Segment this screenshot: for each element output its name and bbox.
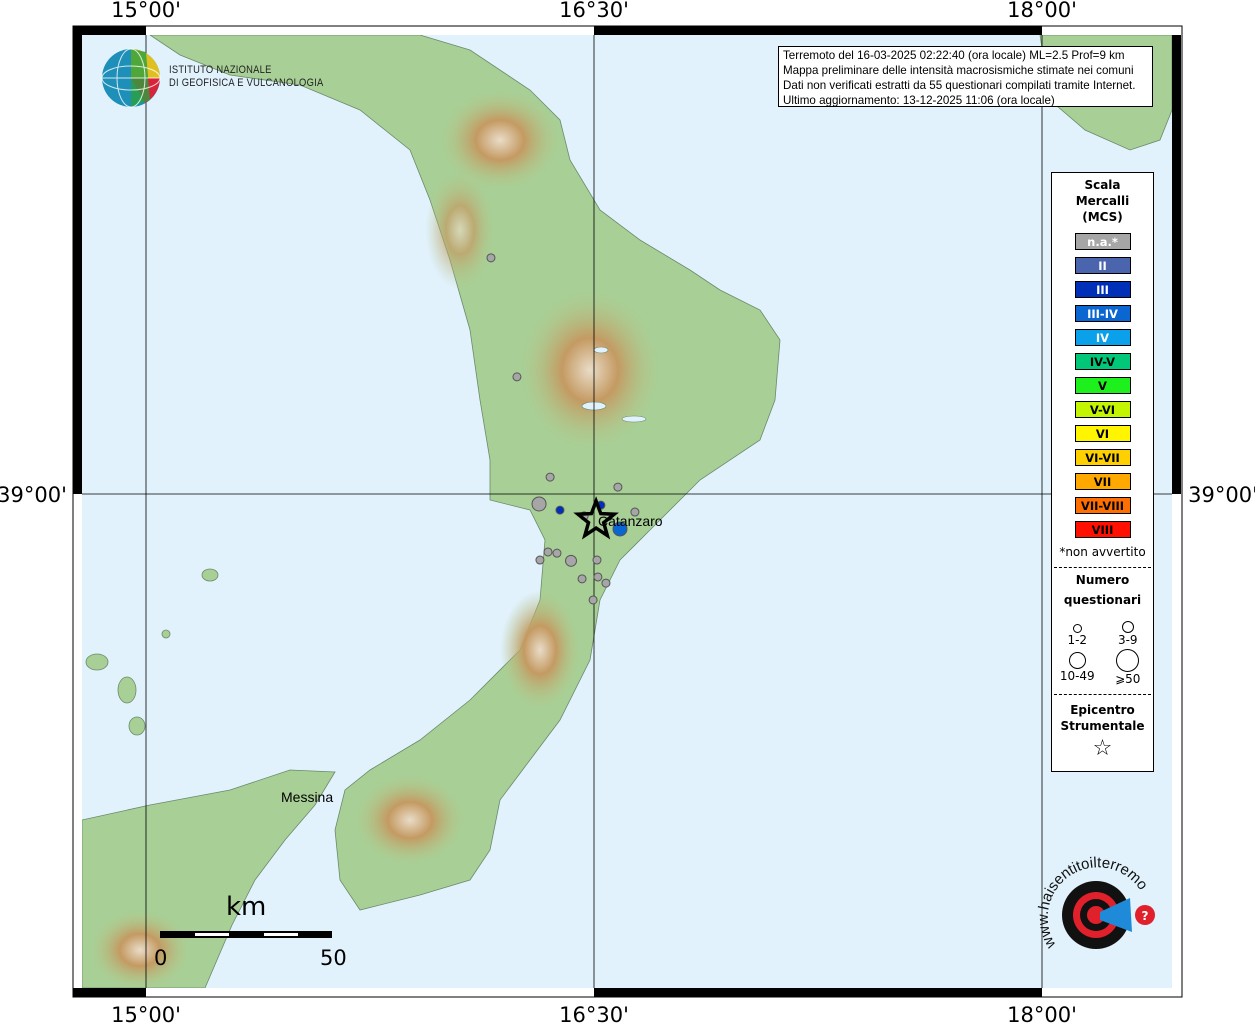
legend: Scala Mercalli (MCS) n.a.* II III III-IV IV I… xyxy=(1051,172,1154,772)
epicenter-star-icon: ☆ xyxy=(1092,736,1113,761)
legend-swatch: IV-V xyxy=(1074,353,1131,370)
lon-tick-top: 15°00' xyxy=(111,0,181,22)
intensity-point xyxy=(613,482,623,492)
intensity-point xyxy=(577,574,587,584)
lat-tick-left: 39°00' xyxy=(0,483,67,507)
intensity-point xyxy=(601,578,611,588)
legend-title-line: questionari xyxy=(1063,593,1142,607)
intensity-point xyxy=(552,548,562,558)
lat-tick-right: 39°00' xyxy=(1188,483,1255,507)
scale-unit: km xyxy=(226,892,266,922)
ingv-logo-globe-icon xyxy=(101,48,161,108)
size-label: ⩾50 xyxy=(1115,672,1141,686)
lon-tick-top: 18°00' xyxy=(1007,0,1077,22)
legend-note: *non avvertito xyxy=(1059,545,1146,559)
lon-tick-bottom: 18°00' xyxy=(1007,1003,1077,1024)
size-label: 3-9 xyxy=(1117,633,1138,647)
last-update: Ultimo aggiornamento: 13-12-2025 11:06 (… xyxy=(783,94,1055,107)
intensity-point xyxy=(535,555,545,565)
lon-tick-top: 16°30' xyxy=(559,0,629,22)
intensity-point xyxy=(588,595,598,605)
size-legend-title: Numero questionari xyxy=(1052,570,1153,610)
size-item: 1-2 xyxy=(1052,618,1103,647)
intensity-point xyxy=(593,572,603,582)
event-line: Terremoto del 16-03-2025 02:22:40 (ora l… xyxy=(783,49,1125,62)
scale-label-50: 50 xyxy=(320,946,347,970)
legend-swatch: II xyxy=(1074,257,1131,274)
event-info-box: Terremoto del 16-03-2025 02:22:40 (ora l… xyxy=(778,46,1153,107)
legend-swatch: III xyxy=(1074,281,1131,298)
legend-swatch: V xyxy=(1074,377,1131,394)
legend-title-line: Scala xyxy=(1084,178,1121,192)
legend-swatch: VI xyxy=(1074,425,1131,442)
size-item: 3-9 xyxy=(1103,618,1154,647)
lon-tick-bottom: 16°30' xyxy=(559,1003,629,1024)
scale-label-0: 0 xyxy=(154,946,167,970)
legend-title-line: (MCS) xyxy=(1082,210,1123,224)
legend-title-line: Numero xyxy=(1075,573,1130,587)
intensity-point xyxy=(555,505,565,515)
legend-title-line: Strumentale xyxy=(1060,719,1145,733)
ingv-logo-text: ISTITUTO NAZIONALE DI GEOFISICA E VULCAN… xyxy=(169,64,323,90)
legend-swatch: VII-VIII xyxy=(1074,497,1131,514)
intensity-point xyxy=(543,547,553,557)
intensity-point xyxy=(531,496,547,512)
divider xyxy=(1054,567,1151,568)
legend-title-line: Epicentro xyxy=(1070,703,1135,717)
ingv-line2: DI GEOFISICA E VULCANOLOGIA xyxy=(169,77,324,89)
legend-swatch: III-IV xyxy=(1074,305,1131,322)
legend-title-line: Mercalli xyxy=(1075,194,1130,208)
intensity-point xyxy=(545,472,555,482)
intensity-point xyxy=(592,555,602,565)
size-label: 1-2 xyxy=(1067,633,1088,647)
divider xyxy=(1054,694,1151,695)
legend-swatch: VI-VII xyxy=(1074,449,1131,466)
legend-swatch: VIII xyxy=(1074,521,1131,538)
intensity-point xyxy=(565,554,578,567)
intensity-point xyxy=(486,253,496,263)
ingv-line1: ISTITUTO NAZIONALE xyxy=(169,64,272,76)
legend-swatch: IV xyxy=(1074,329,1131,346)
svg-text:?: ? xyxy=(1142,909,1149,923)
place-label-messina: Messina xyxy=(281,789,333,805)
size-label: 10-49 xyxy=(1059,669,1095,683)
legend-title: Scala Mercalli (MCS) xyxy=(1052,177,1153,225)
legend-swatch: V-VI xyxy=(1074,401,1131,418)
size-legend: 1-2 3-9 10-49 ⩾50 xyxy=(1052,618,1153,686)
intensity-scale: n.a.* II III III-IV IV IV-V V V-VI VI VI-VII VII VI… xyxy=(1052,233,1153,538)
legend-swatch: n.a.* xyxy=(1074,233,1131,250)
size-item: ⩾50 xyxy=(1103,649,1154,686)
legend-swatch: VII xyxy=(1074,473,1131,490)
epicenter-legend-title: Epicentro Strumentale xyxy=(1052,702,1153,734)
intensity-point xyxy=(512,372,522,382)
map-description: Mappa preliminare delle intensità macros… xyxy=(783,64,1134,77)
lon-tick-bottom: 15°00' xyxy=(111,1003,181,1024)
size-item: 10-49 xyxy=(1052,649,1103,686)
data-note: Dati non verificati estratti da 55 quest… xyxy=(783,79,1136,92)
